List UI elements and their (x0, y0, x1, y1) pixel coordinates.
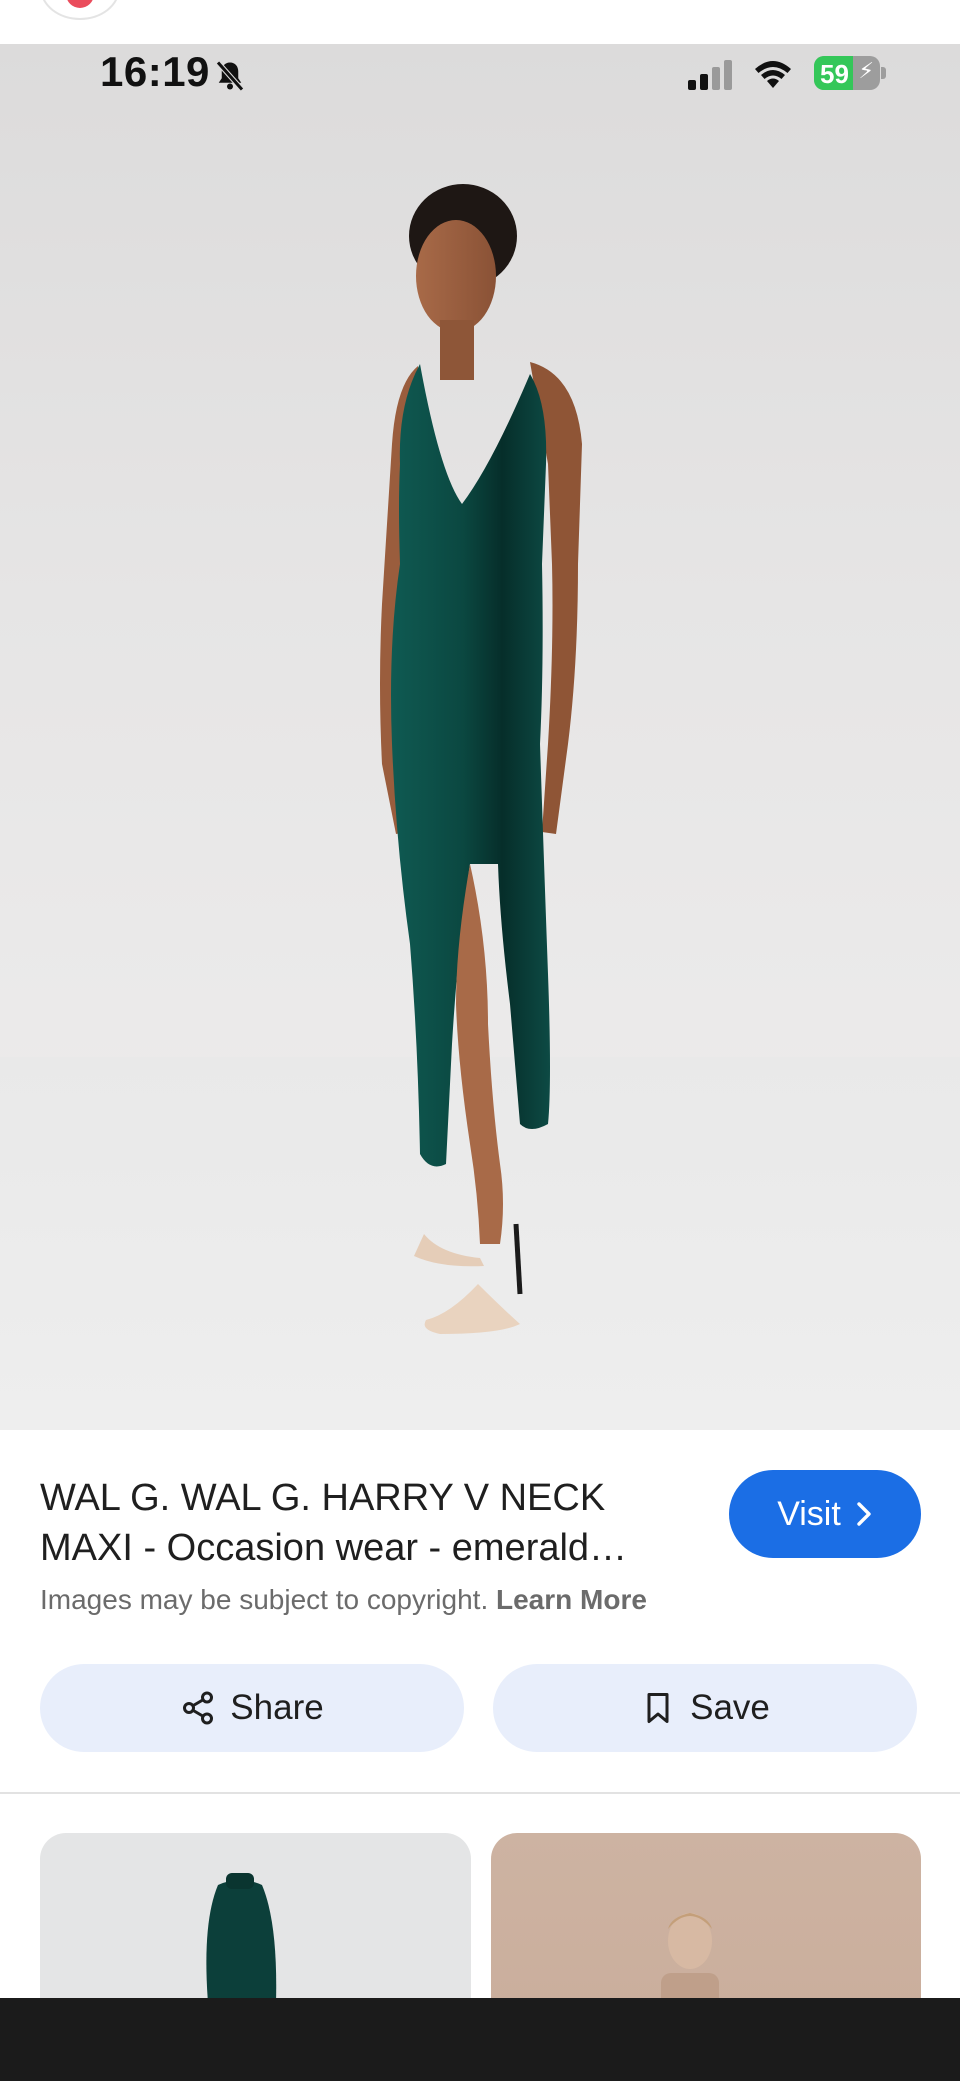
top-bar-remnant (0, 0, 960, 44)
image-detail-page: 16:19 59 ⚡ WAL G. WAL G. HARRY V NECK MA… (0, 0, 960, 2081)
copyright-text: Images may be subject to copyright. (40, 1584, 489, 1615)
status-time: 16:19 (100, 48, 210, 95)
learn-more-link[interactable]: Learn More (496, 1584, 647, 1615)
product-image[interactable] (0, 44, 960, 1430)
product-info: WAL G. WAL G. HARRY V NECK MAXI - Occasi… (0, 1430, 960, 1792)
wifi-icon (755, 61, 791, 88)
share-label: Share (230, 1688, 324, 1727)
bell-slash-icon (216, 60, 244, 92)
related-images-grid (0, 1794, 960, 1998)
related-image-card[interactable] (40, 1833, 471, 1998)
source-avatar[interactable] (40, 0, 120, 20)
copyright-notice: Images may be subject to copyright. Lear… (40, 1584, 647, 1616)
share-icon (183, 1691, 214, 1725)
visit-button[interactable]: Visit (729, 1470, 921, 1558)
related-model-thumbnail (661, 1913, 719, 1998)
bolt-icon: ⚡ (858, 58, 874, 83)
chevron-right-icon (857, 1502, 871, 1526)
visit-label: Visit (777, 1494, 841, 1533)
model-in-dress-illustration (380, 184, 582, 1334)
bottom-navigation-bar (0, 1998, 960, 2081)
share-button[interactable]: Share (40, 1664, 464, 1752)
status-bar: 16:19 59 ⚡ (0, 44, 960, 98)
save-button[interactable]: Save (493, 1664, 917, 1752)
battery-level: 59 (820, 59, 849, 89)
save-label: Save (690, 1688, 770, 1727)
related-image-card[interactable] (491, 1833, 921, 1998)
bookmark-icon (647, 1693, 669, 1723)
battery-charging-icon: 59 ⚡ (814, 56, 880, 90)
signal-icon (688, 60, 732, 90)
product-title[interactable]: WAL G. WAL G. HARRY V NECK MAXI - Occasi… (40, 1473, 670, 1573)
battery-tip (881, 67, 886, 79)
related-dress-thumbnail (206, 1873, 277, 1998)
